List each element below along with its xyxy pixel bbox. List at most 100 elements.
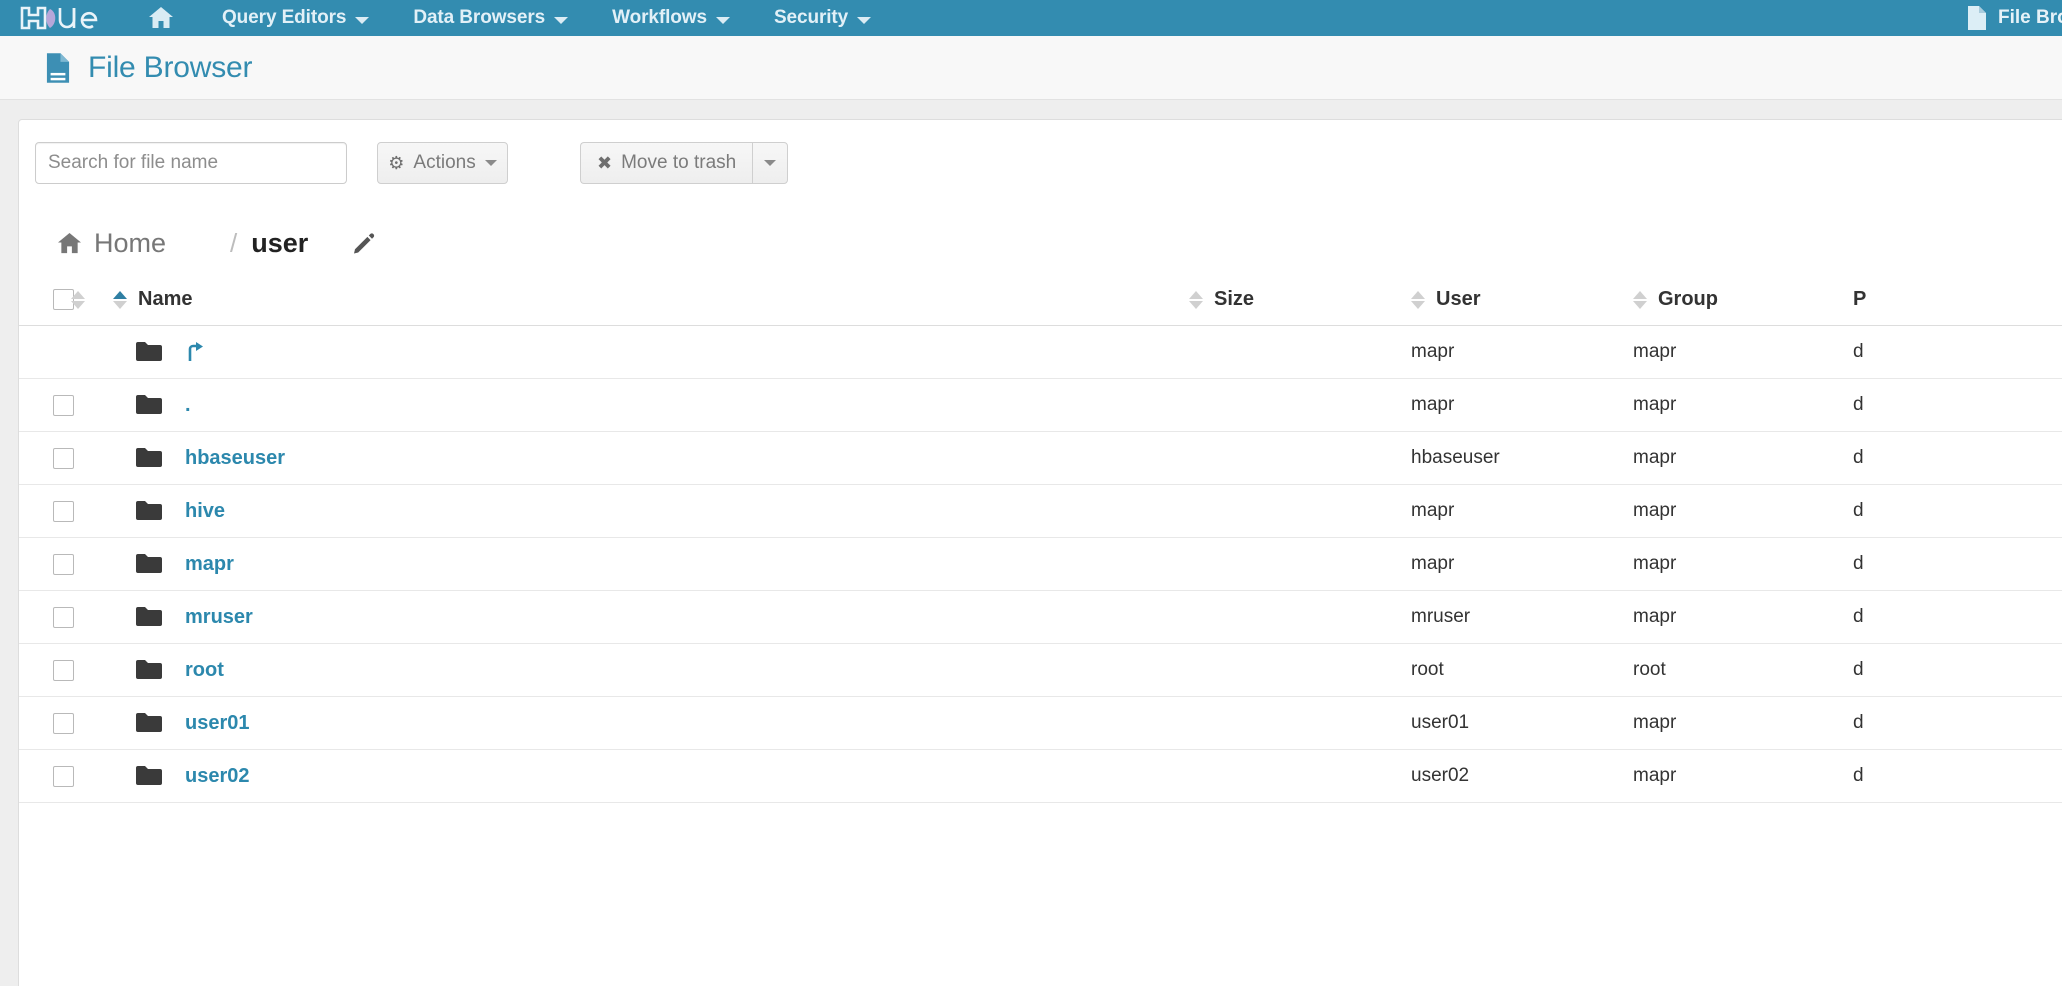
nav-current-app[interactable]: File Brow <box>1966 0 2062 36</box>
times-icon: ✖ <box>597 153 613 173</box>
file-name-link[interactable]: user02 <box>185 765 250 788</box>
user-cell: user01 <box>1411 696 1633 750</box>
row-select-cell[interactable] <box>19 590 74 644</box>
row-select-cell[interactable] <box>19 484 74 538</box>
nav-item-query-editors[interactable]: Query Editors <box>200 0 391 36</box>
chevron-down-icon <box>715 16 730 24</box>
th-permissions[interactable]: P <box>1853 288 2062 326</box>
table-row[interactable]: hbaseuser hbaseuser mapr d <box>19 431 2062 485</box>
document-icon <box>46 52 70 83</box>
table-row[interactable]: root root root d <box>19 643 2062 697</box>
table-row[interactable]: mapr mapr d <box>19 325 2062 379</box>
nav-item-data-browsers[interactable]: Data Browsers <box>391 0 590 36</box>
permissions-cell: d <box>1853 484 2062 538</box>
nav-item-label: Security <box>773 7 849 28</box>
size-cell <box>1189 643 1411 697</box>
file-name-link[interactable]: hive <box>185 500 225 523</box>
actions-button[interactable]: ⚙ Actions <box>377 142 508 184</box>
sort-size-icon[interactable] <box>1189 290 1203 309</box>
hue-logo[interactable] <box>20 0 112 36</box>
sort-group-icon[interactable] <box>1633 290 1647 309</box>
file-browser-card: ⚙ Actions ✖ Move to trash Home <box>18 119 2062 986</box>
name-cell[interactable]: . <box>113 378 1189 432</box>
top-navbar: Query Editors Data Browsers Workflows Se… <box>0 0 2062 36</box>
move-to-trash-button[interactable]: ✖ Move to trash <box>580 142 753 184</box>
permissions-cell: d <box>1853 378 2062 432</box>
breadcrumb-home[interactable]: Home <box>57 228 166 259</box>
file-name-link[interactable]: user01 <box>185 712 250 735</box>
move-to-trash-dropdown-toggle[interactable] <box>752 142 789 184</box>
breadcrumb-edit-button[interactable] <box>352 231 376 255</box>
nav-item-label: Data Browsers <box>413 7 546 28</box>
user-cell: user02 <box>1411 749 1633 803</box>
group-cell: mapr <box>1633 484 1853 538</box>
folder-icon <box>136 501 162 520</box>
page-subheader: File Browser <box>0 36 2062 100</box>
sort-user-icon[interactable] <box>1411 290 1425 309</box>
row-select-cell[interactable] <box>19 378 74 432</box>
th-user-label: User <box>1436 288 1481 310</box>
folder-icon <box>136 342 162 361</box>
size-cell <box>1189 378 1411 432</box>
arrow-up-left-icon <box>188 342 203 361</box>
table-row[interactable]: user02 user02 mapr d <box>19 749 2062 803</box>
file-name-link[interactable]: mruser <box>185 606 253 629</box>
name-cell[interactable]: mapr <box>113 537 1189 591</box>
th-group-label: Group <box>1658 288 1718 310</box>
size-cell <box>1189 484 1411 538</box>
table-row[interactable]: mruser mruser mapr d <box>19 590 2062 644</box>
row-select-cell[interactable] <box>19 431 74 485</box>
permissions-cell: d <box>1853 696 2062 750</box>
sort-asc-arrow-icon <box>1189 290 1203 299</box>
document-icon <box>1968 6 1986 30</box>
th-user[interactable]: User <box>1411 288 1633 326</box>
file-name-link[interactable]: mapr <box>185 553 234 576</box>
nav-home-link[interactable] <box>148 0 174 36</box>
row-select-cell[interactable] <box>19 537 74 591</box>
chevron-down-icon <box>764 160 777 166</box>
table-row[interactable]: mapr mapr mapr d <box>19 537 2062 591</box>
table-row[interactable]: user01 user01 mapr d <box>19 696 2062 750</box>
file-name-link[interactable]: . <box>185 394 191 417</box>
file-name-link[interactable]: root <box>185 659 224 682</box>
group-cell: root <box>1633 643 1853 697</box>
row-select-cell[interactable] <box>19 749 74 803</box>
name-cell[interactable] <box>113 325 1189 379</box>
th-group[interactable]: Group <box>1633 288 1853 326</box>
group-cell: mapr <box>1633 325 1853 379</box>
sort-name-icon[interactable] <box>113 290 127 309</box>
row-spacer-cell <box>71 325 113 379</box>
name-cell[interactable]: user02 <box>113 749 1189 803</box>
file-name-link[interactable]: hbaseuser <box>185 447 285 470</box>
name-cell[interactable]: root <box>113 643 1189 697</box>
size-cell <box>1189 431 1411 485</box>
nav-item-security[interactable]: Security <box>752 0 893 36</box>
row-select-cell[interactable] <box>19 643 74 697</box>
table-row[interactable]: hive mapr mapr d <box>19 484 2062 538</box>
pencil-icon <box>354 233 375 254</box>
th-size[interactable]: Size <box>1189 288 1411 326</box>
chevron-down-icon <box>554 16 569 24</box>
th-name-label: Name <box>138 288 193 310</box>
folder-icon <box>136 660 162 679</box>
sort-desc-arrow-icon <box>1633 300 1647 309</box>
sort-type-icon[interactable] <box>71 290 85 309</box>
th-select-all[interactable] <box>19 288 74 326</box>
row-spacer-cell <box>71 749 113 803</box>
user-cell: mruser <box>1411 590 1633 644</box>
user-cell: root <box>1411 643 1633 697</box>
search-input[interactable] <box>35 142 347 184</box>
actions-button-label: Actions <box>413 152 476 173</box>
name-cell[interactable]: hbaseuser <box>113 431 1189 485</box>
table-row[interactable]: . mapr mapr d <box>19 378 2062 432</box>
file-list-body: mapr mapr d. mapr mapr d hbaseuser hbaseuser map… <box>19 325 2062 803</box>
row-select-cell[interactable] <box>19 696 74 750</box>
nav-item-workflows[interactable]: Workflows <box>590 0 752 36</box>
folder-icon <box>136 448 162 467</box>
name-cell[interactable]: mruser <box>113 590 1189 644</box>
folder-icon <box>136 713 162 732</box>
th-type-sort[interactable] <box>71 288 113 326</box>
name-cell[interactable]: user01 <box>113 696 1189 750</box>
name-cell[interactable]: hive <box>113 484 1189 538</box>
th-name[interactable]: Name <box>113 288 1189 326</box>
